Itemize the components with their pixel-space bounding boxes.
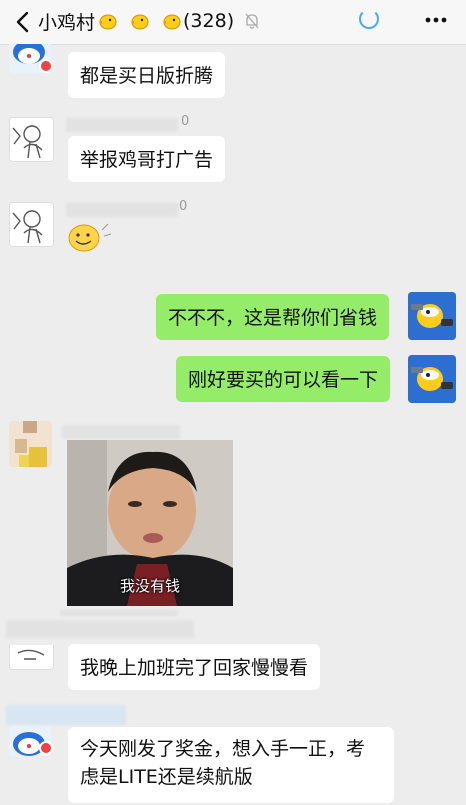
chick-mascot-avatar-icon	[408, 292, 456, 340]
bell-muted-icon	[245, 13, 259, 29]
avatar-self[interactable]	[408, 355, 456, 403]
message-bubble[interactable]: 都是买日版折腾	[68, 52, 226, 98]
loading-icon	[359, 9, 379, 29]
back-icon[interactable]	[10, 8, 38, 36]
message-bubble[interactable]: 举报鸡哥打广告	[68, 136, 226, 182]
avatar-self[interactable]	[408, 292, 456, 340]
avatar[interactable]	[9, 117, 54, 162]
group-name: 小鸡村	[38, 11, 96, 34]
sender-name-blurred	[6, 620, 194, 638]
chick-emoji-icon	[163, 14, 181, 30]
sender-name-blurred	[6, 705, 126, 725]
smiley-face-sticker[interactable]	[66, 220, 112, 254]
message-bubble[interactable]: 我晚上加班完了回家慢慢看	[68, 644, 321, 690]
message-bubble-self[interactable]: 不不不，这是帮你们省钱	[156, 294, 390, 340]
member-count: (328)	[183, 10, 235, 32]
avatar[interactable]	[9, 202, 54, 247]
sender-name-blurred	[66, 203, 178, 217]
chat-header: 小鸡村 (328)	[0, 0, 466, 45]
status-badge	[39, 59, 53, 73]
more-icon[interactable]	[422, 10, 450, 30]
sketch-avatar-icon	[10, 118, 53, 161]
chat-title[interactable]: 小鸡村 (328)	[38, 6, 234, 36]
message-bubble-self[interactable]: 刚好要买的可以看一下	[176, 356, 391, 402]
chick-mascot-avatar-icon	[408, 355, 456, 403]
message-bubble[interactable]: 今天刚发了奖金，想入手一正，考虑是LITE还是续航版	[68, 727, 394, 803]
avatar[interactable]	[9, 421, 52, 467]
sketch-avatar-icon	[10, 645, 53, 669]
image-footer-blur	[60, 610, 178, 616]
image-message[interactable]: 我没有钱	[67, 440, 233, 606]
sender-name-blurred	[66, 118, 178, 132]
image-caption: 我没有钱	[119, 577, 180, 595]
sender-name-blurred	[62, 425, 180, 439]
sketch-avatar-icon	[10, 203, 53, 246]
avatar[interactable]	[9, 645, 54, 670]
status-badge	[39, 741, 53, 755]
pixelated-avatar-icon	[9, 421, 52, 467]
sender-name-suffix: 0	[181, 114, 190, 129]
sender-name-suffix: 0	[179, 199, 188, 214]
chick-emoji-icon	[99, 14, 117, 30]
chick-emoji-icon	[131, 14, 149, 30]
